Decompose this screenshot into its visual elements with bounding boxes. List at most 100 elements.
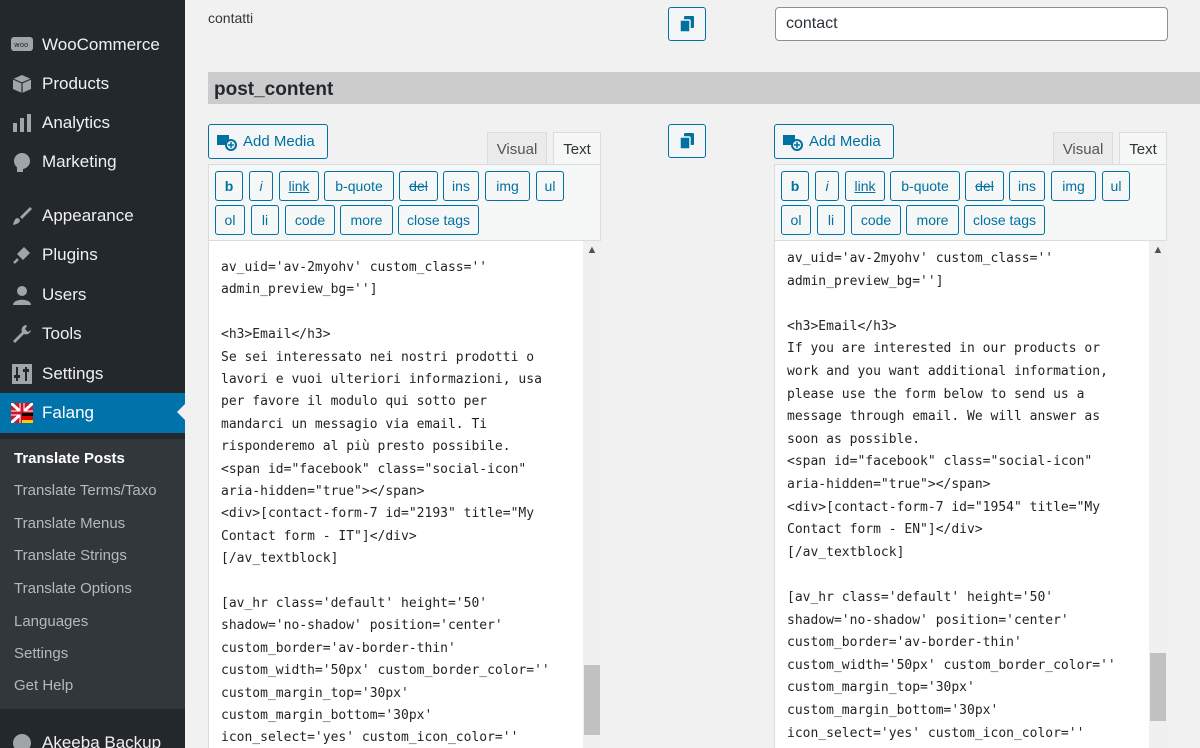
menu-item-analytics[interactable]: Analytics (0, 104, 185, 142)
submenu-translate-menus[interactable]: Translate Menus (14, 515, 125, 532)
menu-label: Analytics (42, 113, 111, 132)
menu-label: Users (42, 285, 87, 304)
qt-bquote-button[interactable]: b-quote (324, 171, 394, 201)
qt-close-tags-button[interactable]: close tags (964, 205, 1045, 235)
user-icon (10, 284, 34, 306)
code-line: Se sei interessato nei nostri prodotti o (221, 349, 535, 365)
svg-text:woo: woo (14, 41, 28, 49)
qt-del-button[interactable]: del (965, 171, 1004, 201)
add-media-button[interactable]: Add Media (774, 124, 894, 159)
copy-content-button[interactable] (668, 124, 706, 158)
woocommerce-icon: woo (10, 34, 34, 56)
products-box-icon (10, 73, 34, 95)
add-media-label: Add Media (243, 133, 315, 150)
qt-bquote-button[interactable]: b-quote (890, 171, 960, 201)
menu-item-plugins[interactable]: Plugins (0, 236, 185, 274)
code-line: custom_margin_top='30px' (787, 680, 975, 696)
submenu-translate-options[interactable]: Translate Options (14, 580, 132, 597)
qt-italic-button[interactable]: i (249, 171, 273, 201)
qt-link-button[interactable]: link (279, 171, 319, 201)
scroll-up-arrow-icon[interactable]: ▲ (586, 245, 598, 256)
code-line: <span id="facebook" class="social-icon" (787, 454, 1093, 470)
qt-code-button[interactable]: code (285, 205, 335, 235)
qt-img-button[interactable]: img (1051, 171, 1096, 201)
scroll-thumb[interactable] (1150, 653, 1166, 721)
qt-link-button[interactable]: link (845, 171, 885, 201)
qt-more-button[interactable]: more (340, 205, 393, 235)
qt-ol-button[interactable]: ol (215, 205, 245, 235)
code-line: [/av_textblock] (787, 544, 905, 560)
code-line: shadow='no-shadow' position='center' (221, 618, 503, 634)
code-line: Contact form - EN"]</div> (787, 522, 983, 538)
menu-item-falang[interactable]: Falang (0, 393, 185, 433)
scroll-up-arrow-icon[interactable]: ▲ (1152, 245, 1164, 256)
copy-icon (680, 133, 694, 149)
submenu-translate-terms[interactable]: Translate Terms/Taxo (14, 482, 157, 499)
menu-item-woocommerce[interactable]: woo WooCommerce (0, 26, 185, 64)
code-line: admin_preview_bg=''] (787, 273, 944, 289)
menu-item-marketing[interactable]: Marketing (0, 143, 185, 181)
target-slug-input[interactable] (775, 7, 1168, 41)
code-line: [av_hr class='default' height='50' (221, 596, 488, 611)
qt-bold-button[interactable]: b (215, 171, 243, 201)
menu-label: WooCommerce (42, 35, 160, 54)
code-line: icon_select='yes' custom_icon_color='' (787, 725, 1085, 741)
menu-label: Akeeba Backup (42, 733, 162, 748)
settings-sliders-icon (10, 363, 34, 385)
code-line: soon as possible. (787, 431, 921, 447)
qt-bold-button[interactable]: b (781, 171, 809, 201)
tab-text[interactable]: Text (553, 132, 601, 165)
code-line: aria-hidden="true"></span> (787, 477, 991, 492)
qt-img-button[interactable]: img (485, 171, 530, 201)
submenu-translate-strings[interactable]: Translate Strings (14, 547, 127, 564)
target-editor: Add Media Visual Text b i link b-quote d… (774, 124, 1167, 748)
menu-item-tools[interactable]: Tools (0, 315, 185, 353)
wrench-icon (10, 323, 34, 345)
code-line: custom_margin_bottom='30px' (221, 708, 433, 723)
target-content-textarea[interactable]: icon_select='yes' custom_icon_color='' cu… (774, 241, 1167, 748)
add-media-button[interactable]: Add Media (208, 124, 328, 159)
code-line: <h3>Email</h3> (787, 318, 897, 334)
code-line: shadow='no-shadow' position='center' (787, 612, 1069, 628)
textarea-scrollbar[interactable]: ▲ (1149, 241, 1167, 748)
source-content-textarea[interactable]: icon_select='yes' custom_icon_color='' cu… (208, 241, 601, 748)
code-line: <div>[contact-form-7 id="1954" title="My (787, 499, 1101, 515)
qt-ul-button[interactable]: ul (1102, 171, 1130, 201)
submenu-get-help[interactable]: Get Help (14, 677, 73, 694)
qt-ins-button[interactable]: ins (443, 171, 479, 201)
code-line: admin_preview_bg=''] (221, 282, 378, 298)
code-line: risponderemo al più presto possibile. (221, 439, 511, 455)
copy-slug-button[interactable] (668, 7, 706, 41)
qt-close-tags-button[interactable]: close tags (398, 205, 479, 235)
code-line: per favore il modulo qui sotto per (221, 394, 488, 410)
media-icon (217, 134, 237, 151)
tab-visual[interactable]: Visual (487, 132, 547, 165)
tab-text[interactable]: Text (1119, 132, 1167, 165)
menu-item-akeeba-backup[interactable]: Akeeba Backup (0, 724, 185, 748)
menu-label: Tools (42, 324, 82, 343)
qt-more-button[interactable]: more (906, 205, 959, 235)
falang-submenu: Translate Posts Translate Terms/Taxo Tra… (0, 439, 185, 709)
qt-ins-button[interactable]: ins (1009, 171, 1045, 201)
qt-li-button[interactable]: li (817, 205, 845, 235)
scroll-thumb[interactable] (584, 665, 600, 735)
tab-visual[interactable]: Visual (1053, 132, 1113, 165)
submenu-settings[interactable]: Settings (14, 645, 68, 662)
menu-label: Settings (42, 364, 104, 383)
qt-li-button[interactable]: li (251, 205, 279, 235)
menu-item-settings[interactable]: Settings (0, 355, 185, 393)
menu-item-users[interactable]: Users (0, 276, 185, 314)
copy-icon (680, 16, 694, 32)
qt-ol-button[interactable]: ol (781, 205, 811, 235)
qt-italic-button[interactable]: i (815, 171, 839, 201)
submenu-translate-posts[interactable]: Translate Posts (14, 450, 125, 467)
qt-del-button[interactable]: del (399, 171, 438, 201)
code-line: icon_select='yes' custom_icon_color='' (221, 730, 519, 746)
qt-code-button[interactable]: code (851, 205, 901, 235)
submenu-languages[interactable]: Languages (14, 613, 88, 630)
code-line: <span id="facebook" class="social-icon" (221, 461, 527, 477)
qt-ul-button[interactable]: ul (536, 171, 564, 201)
menu-item-products[interactable]: Products (0, 65, 185, 103)
menu-item-appearance[interactable]: Appearance (0, 197, 185, 235)
textarea-scrollbar[interactable]: ▲ (583, 241, 601, 748)
